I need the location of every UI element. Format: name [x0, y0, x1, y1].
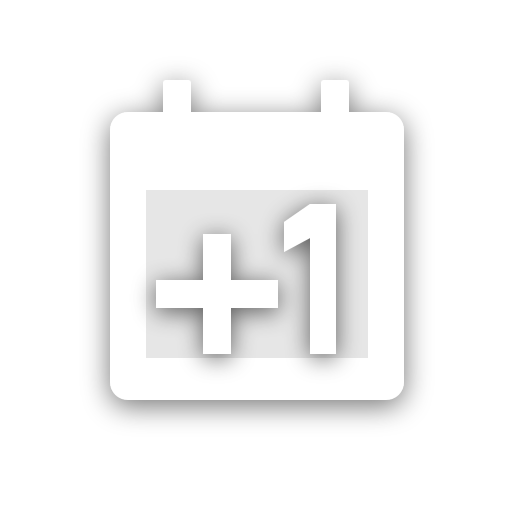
plus-vertical-bar	[203, 234, 231, 354]
calendar-plus-one-icon: +1	[110, 80, 404, 400]
icon-canvas: +1	[0, 0, 512, 512]
